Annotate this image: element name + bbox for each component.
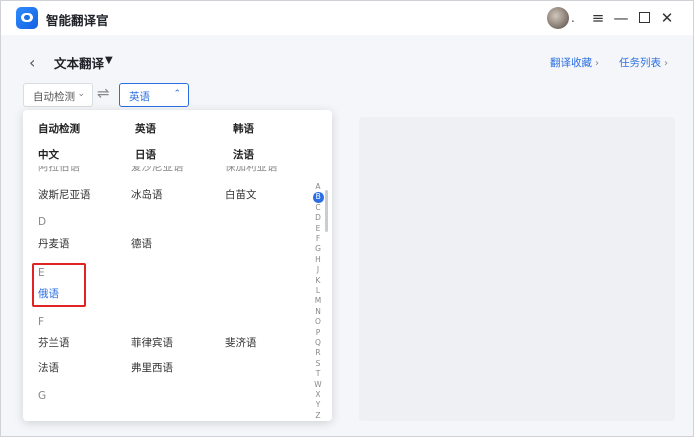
lang-option[interactable]: 冰岛语 — [131, 187, 163, 202]
alphabet-letter-h[interactable]: H — [312, 255, 324, 265]
lang-option[interactable]: 白苗文 — [225, 187, 257, 202]
alphabet-letter-m[interactable]: M — [312, 296, 324, 306]
language-dropdown: 自动检测 英语 韩语 中文 日语 法语 阿拉伯语 爱沙尼亚语 保加利亚语 波斯尼… — [23, 110, 332, 421]
alphabet-letter-f[interactable]: F — [312, 234, 324, 244]
lang-option[interactable]: 菲律宾语 — [131, 335, 173, 350]
close-icon[interactable]: ✕ — [657, 8, 677, 28]
alphabet-letter-s[interactable]: S — [312, 359, 324, 369]
lang-option[interactable]: 爱沙尼亚语 — [131, 166, 184, 174]
alphabet-letter-x[interactable]: X — [312, 390, 324, 400]
scrollbar-thumb[interactable] — [325, 190, 328, 232]
title-bar: 智能翻译官 . ≡ — ✕ — [1, 1, 693, 35]
alphabet-letter-o[interactable]: O — [312, 317, 324, 327]
section-letter: D — [38, 216, 47, 228]
alphabet-letter-g[interactable]: G — [312, 244, 324, 254]
translation-result-panel — [359, 117, 675, 421]
page-title[interactable]: 文本翻译 — [54, 53, 104, 72]
user-avatar[interactable] — [547, 7, 569, 29]
alphabet-letter-b[interactable]: B — [313, 192, 324, 203]
alphabet-letter-w[interactable]: W — [312, 380, 324, 390]
alphabet-letter-c[interactable]: C — [312, 203, 324, 213]
highlight-box — [32, 263, 86, 307]
lang-option[interactable]: 自动检测 — [38, 121, 80, 136]
lang-option[interactable]: 韩语 — [233, 121, 254, 136]
caret-down-icon[interactable]: ▼ — [105, 55, 113, 66]
lang-option[interactable]: 英语 — [135, 121, 156, 136]
lang-option[interactable]: 阿拉伯语 — [38, 166, 80, 174]
target-language-value: 英语 — [129, 91, 150, 103]
alphabet-letter-k[interactable]: K — [312, 276, 324, 286]
lang-option[interactable]: 中文 — [38, 147, 59, 162]
lang-option[interactable]: 波斯尼亚语 — [38, 187, 91, 202]
alphabet-letter-n[interactable]: N — [312, 307, 324, 317]
alphabet-letter-y[interactable]: Y — [312, 400, 324, 410]
source-language-value: 自动检测 — [33, 91, 75, 103]
target-language-select[interactable]: 英语 ⌃ — [119, 83, 189, 107]
favorites-link[interactable]: 翻译收藏 › — [550, 55, 599, 70]
app-logo-icon — [16, 7, 38, 29]
alphabet-letter-e[interactable]: E — [312, 224, 324, 234]
lang-option[interactable]: 保加利亚语 — [225, 166, 278, 174]
task-list-link-label: 任务列表 — [619, 57, 661, 69]
alphabet-letter-q[interactable]: Q — [312, 338, 324, 348]
favorites-link-label: 翻译收藏 — [550, 57, 592, 69]
alphabet-letter-j[interactable]: J — [312, 265, 324, 275]
chevron-down-icon: ⌄ — [77, 89, 85, 99]
menu-icon[interactable]: ≡ — [588, 8, 608, 28]
lang-option[interactable]: 弗里西语 — [131, 360, 173, 375]
alphabet-letter-z[interactable]: Z — [312, 411, 324, 421]
language-scroll-list[interactable]: 阿拉伯语 爱沙尼亚语 保加利亚语 波斯尼亚语 冰岛语 白苗文 D 丹麦语 德语 … — [23, 166, 313, 421]
section-letter: G — [38, 390, 47, 402]
common-languages-row: 自动检测 英语 韩语 — [23, 121, 318, 141]
lang-option[interactable]: 法语 — [38, 360, 59, 375]
chevron-right-icon: › — [664, 58, 668, 69]
lang-option[interactable]: 丹麦语 — [38, 236, 70, 251]
lang-option[interactable]: 德语 — [131, 236, 152, 251]
lang-option[interactable]: 日语 — [135, 147, 156, 162]
alphabet-letter-a[interactable]: A — [312, 182, 324, 192]
lang-option[interactable]: 斐济语 — [225, 335, 257, 350]
common-languages-row: 中文 日语 法语 — [23, 147, 318, 167]
swap-languages-icon[interactable]: ⇌ — [97, 84, 110, 102]
avatar-status-dot: . — [571, 11, 575, 25]
source-language-select[interactable]: 自动检测 ⌄ — [23, 83, 93, 107]
alphabet-letter-t[interactable]: T — [312, 369, 324, 379]
app-window: 智能翻译官 . ≡ — ✕ ‹ 文本翻译 ▼ 翻译收藏 › 任务列表 › 自动检测 … — [0, 0, 694, 437]
app-title: 智能翻译官 — [46, 13, 109, 28]
alphabet-letter-r[interactable]: R — [312, 348, 324, 358]
lang-option[interactable]: 法语 — [233, 147, 254, 162]
chevron-right-icon: › — [595, 58, 599, 69]
alphabet-letter-d[interactable]: D — [312, 213, 324, 223]
alphabet-letter-l[interactable]: L — [312, 286, 324, 296]
minimize-icon[interactable]: — — [611, 8, 631, 28]
alphabet-letter-p[interactable]: P — [312, 328, 324, 338]
section-letter: F — [38, 316, 45, 328]
back-chevron-icon[interactable]: ‹ — [29, 53, 35, 72]
chevron-up-icon: ⌃ — [173, 89, 181, 99]
alphabet-index[interactable]: ABCDEFGHJKLMNOPQRSTWXYZ — [312, 182, 324, 421]
maximize-icon[interactable] — [634, 8, 654, 28]
task-list-link[interactable]: 任务列表 › — [619, 55, 668, 70]
lang-option[interactable]: 芬兰语 — [38, 335, 70, 350]
